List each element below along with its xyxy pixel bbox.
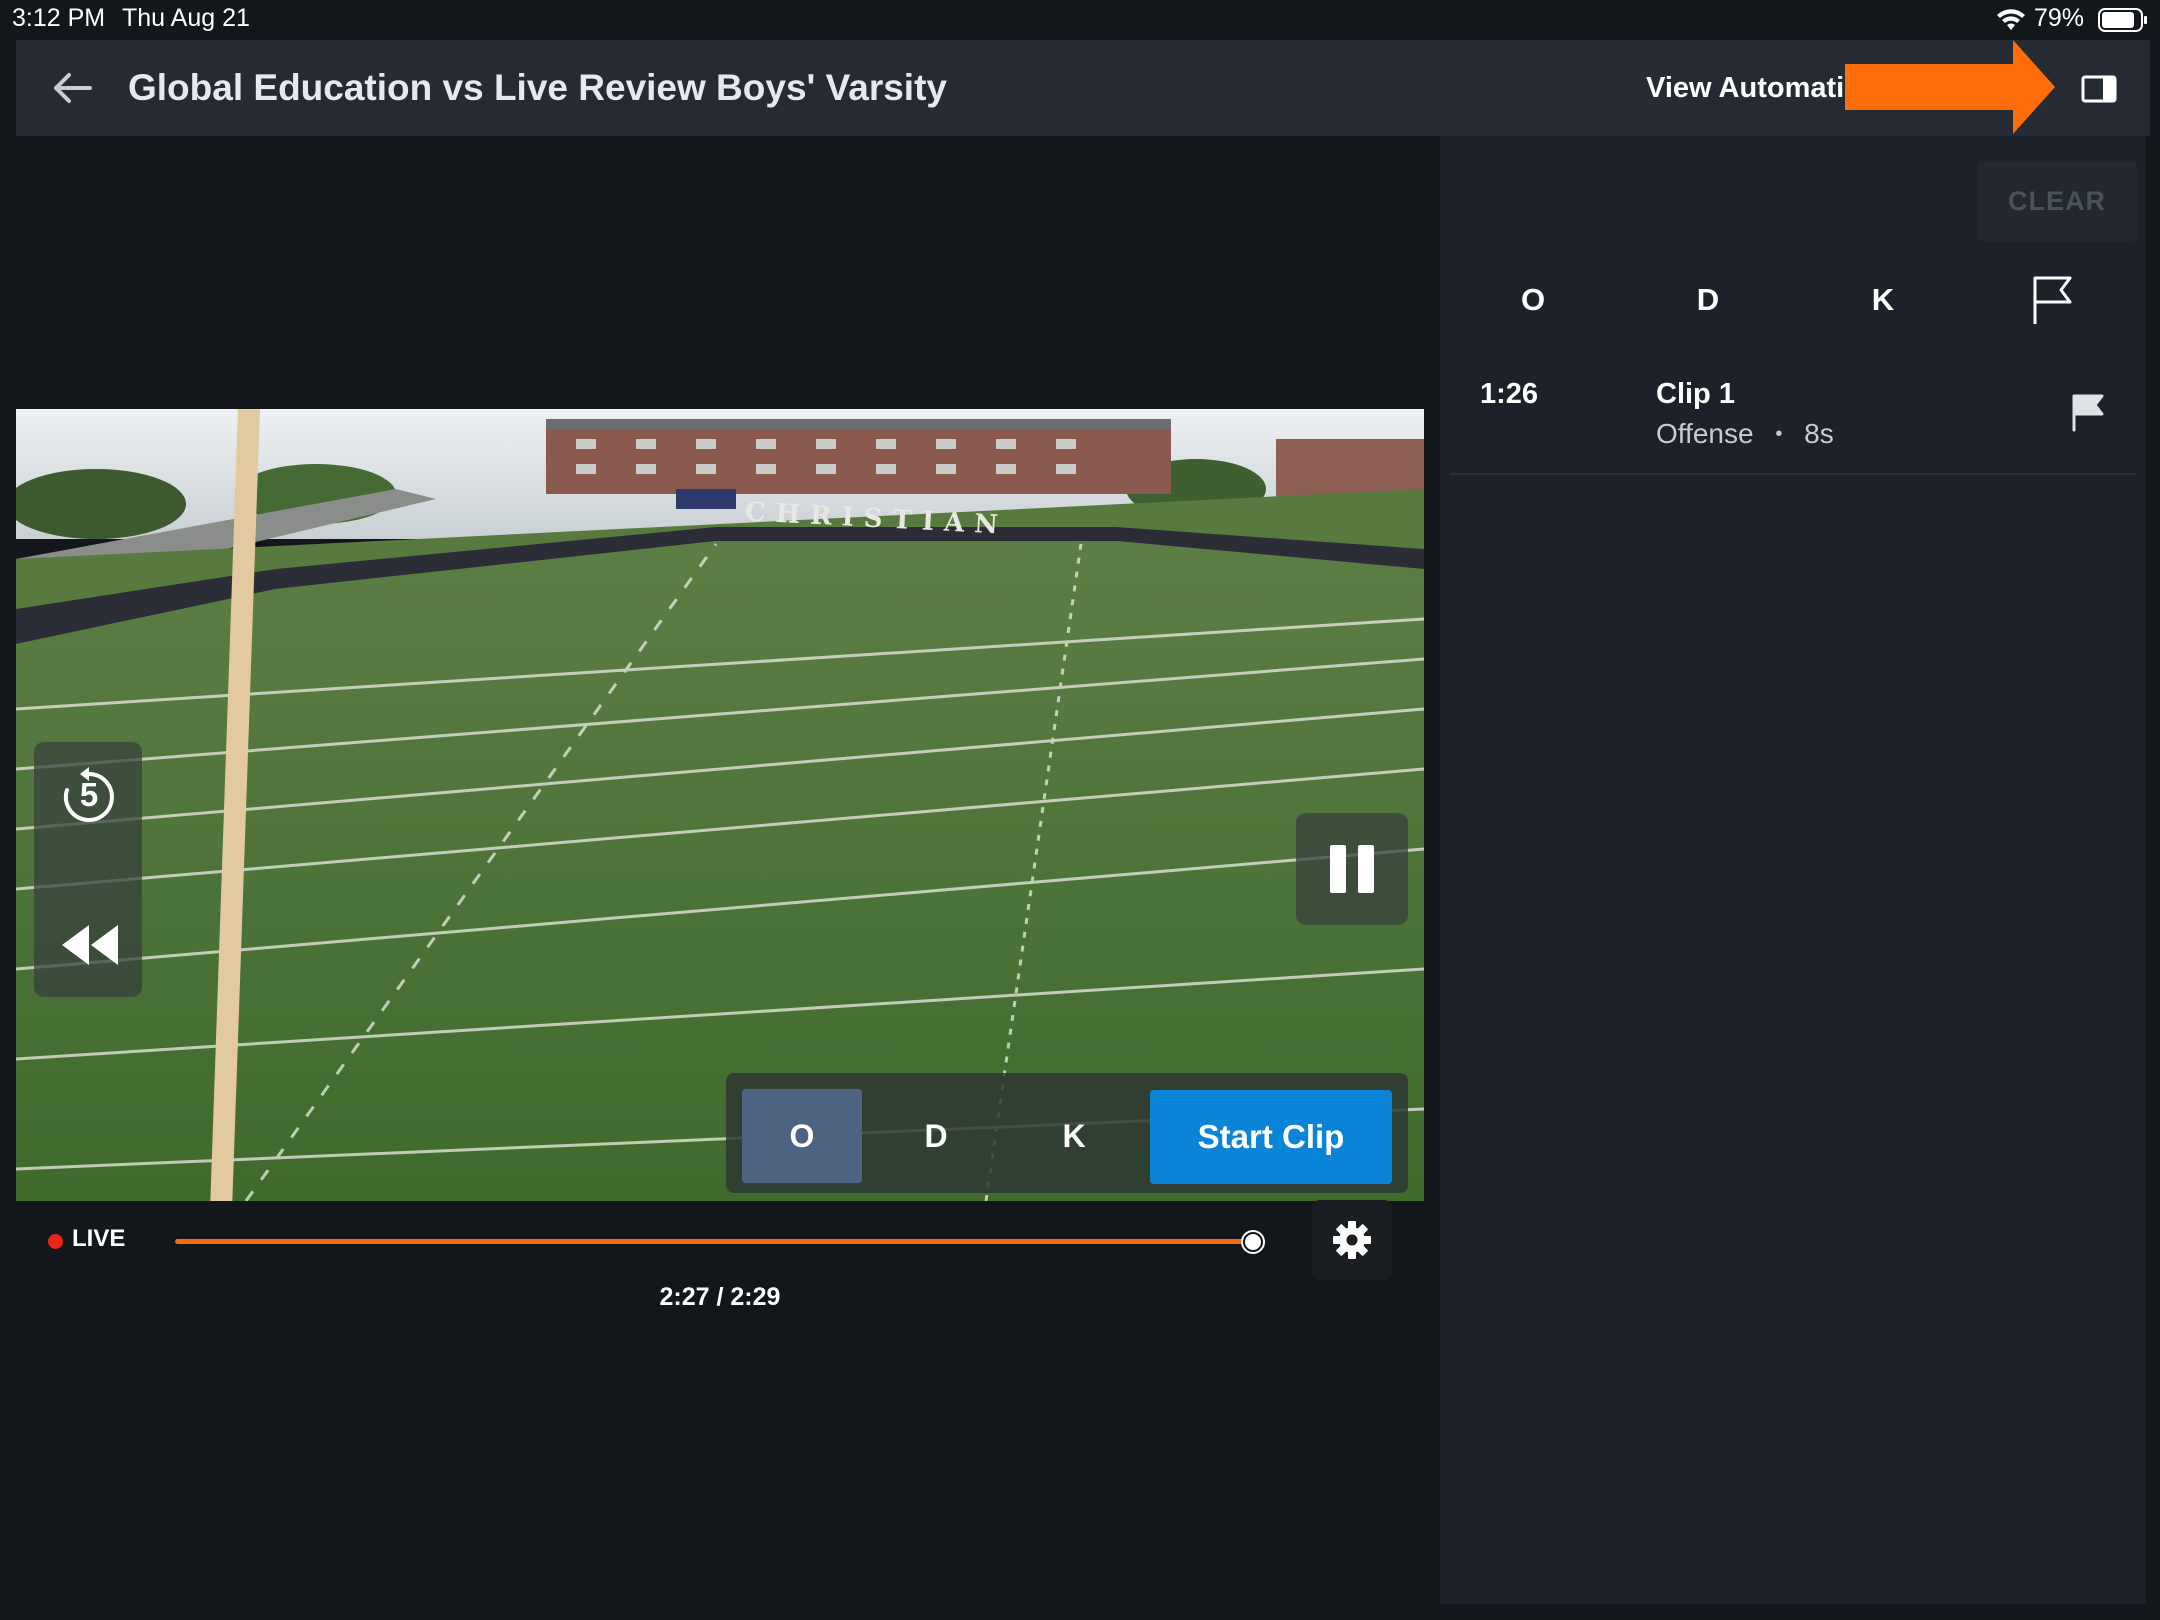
filter-kicking[interactable]: K [1838,270,1928,330]
clip-duration: 8s [1804,418,1834,449]
gear-icon [1333,1221,1371,1259]
panel-toggle-button[interactable] [2076,66,2122,112]
filter-flagged[interactable] [2008,270,2098,330]
time-readout: 2:27 / 2:29 [659,1283,781,1311]
replay-5-button[interactable]: 5 [54,762,124,832]
replay-5-label: 5 [79,776,99,813]
clips-panel [1440,136,2146,1604]
live-indicator [48,1234,63,1249]
back-button[interactable] [46,62,98,114]
clip-meta: Offense • 8s [1656,418,1834,450]
clip-separator: • [1775,423,1783,445]
live-label[interactable]: LIVE [72,1225,125,1253]
page-title: Global Education vs Live Review Boys' Va… [128,67,948,108]
filter-defense[interactable]: D [1663,270,1753,330]
progress-track[interactable] [175,1239,1265,1244]
clip-name: Clip 1 [1656,378,1735,410]
pause-icon [1330,845,1374,893]
status-time: 3:12 PM [12,4,106,32]
status-date: Thu Aug 21 [122,4,250,32]
clip-list-item[interactable]: 1:26 Clip 1 Offense • 8s [1450,360,2136,475]
tag-kicking-button[interactable]: K [1014,1089,1134,1183]
flag-icon[interactable] [2068,392,2108,432]
flag-outline-icon [2033,276,2072,324]
pause-button[interactable] [1296,813,1408,925]
battery-icon [2098,8,2147,32]
clear-button[interactable]: CLEAR [1977,161,2137,241]
status-bar: 3:12 PM Thu Aug 21 79% [0,0,2160,40]
sidebar-panel-icon [2081,75,2117,103]
battery-percent: 79% [2034,4,2085,32]
wifi-icon [1997,9,2025,30]
progress-thumb[interactable] [1242,1232,1263,1252]
tag-offense-button[interactable]: O [742,1089,862,1183]
view-automatic-link[interactable]: View Automati [1646,40,1860,136]
clip-category: Offense [1656,418,1754,449]
filter-offense[interactable]: O [1488,270,1578,330]
start-clip-button[interactable]: Start Clip [1150,1090,1392,1184]
arrow-left-icon [54,73,92,103]
settings-button[interactable] [1312,1200,1392,1280]
clip-time: 1:26 [1480,378,1539,410]
top-bar: Global Education vs Live Review Boys' Va… [16,40,2150,136]
rewind-icon [62,925,118,965]
rewind-button[interactable] [50,910,130,980]
tag-defense-button[interactable]: D [876,1089,996,1183]
arrow-right-icon [1845,40,2055,134]
